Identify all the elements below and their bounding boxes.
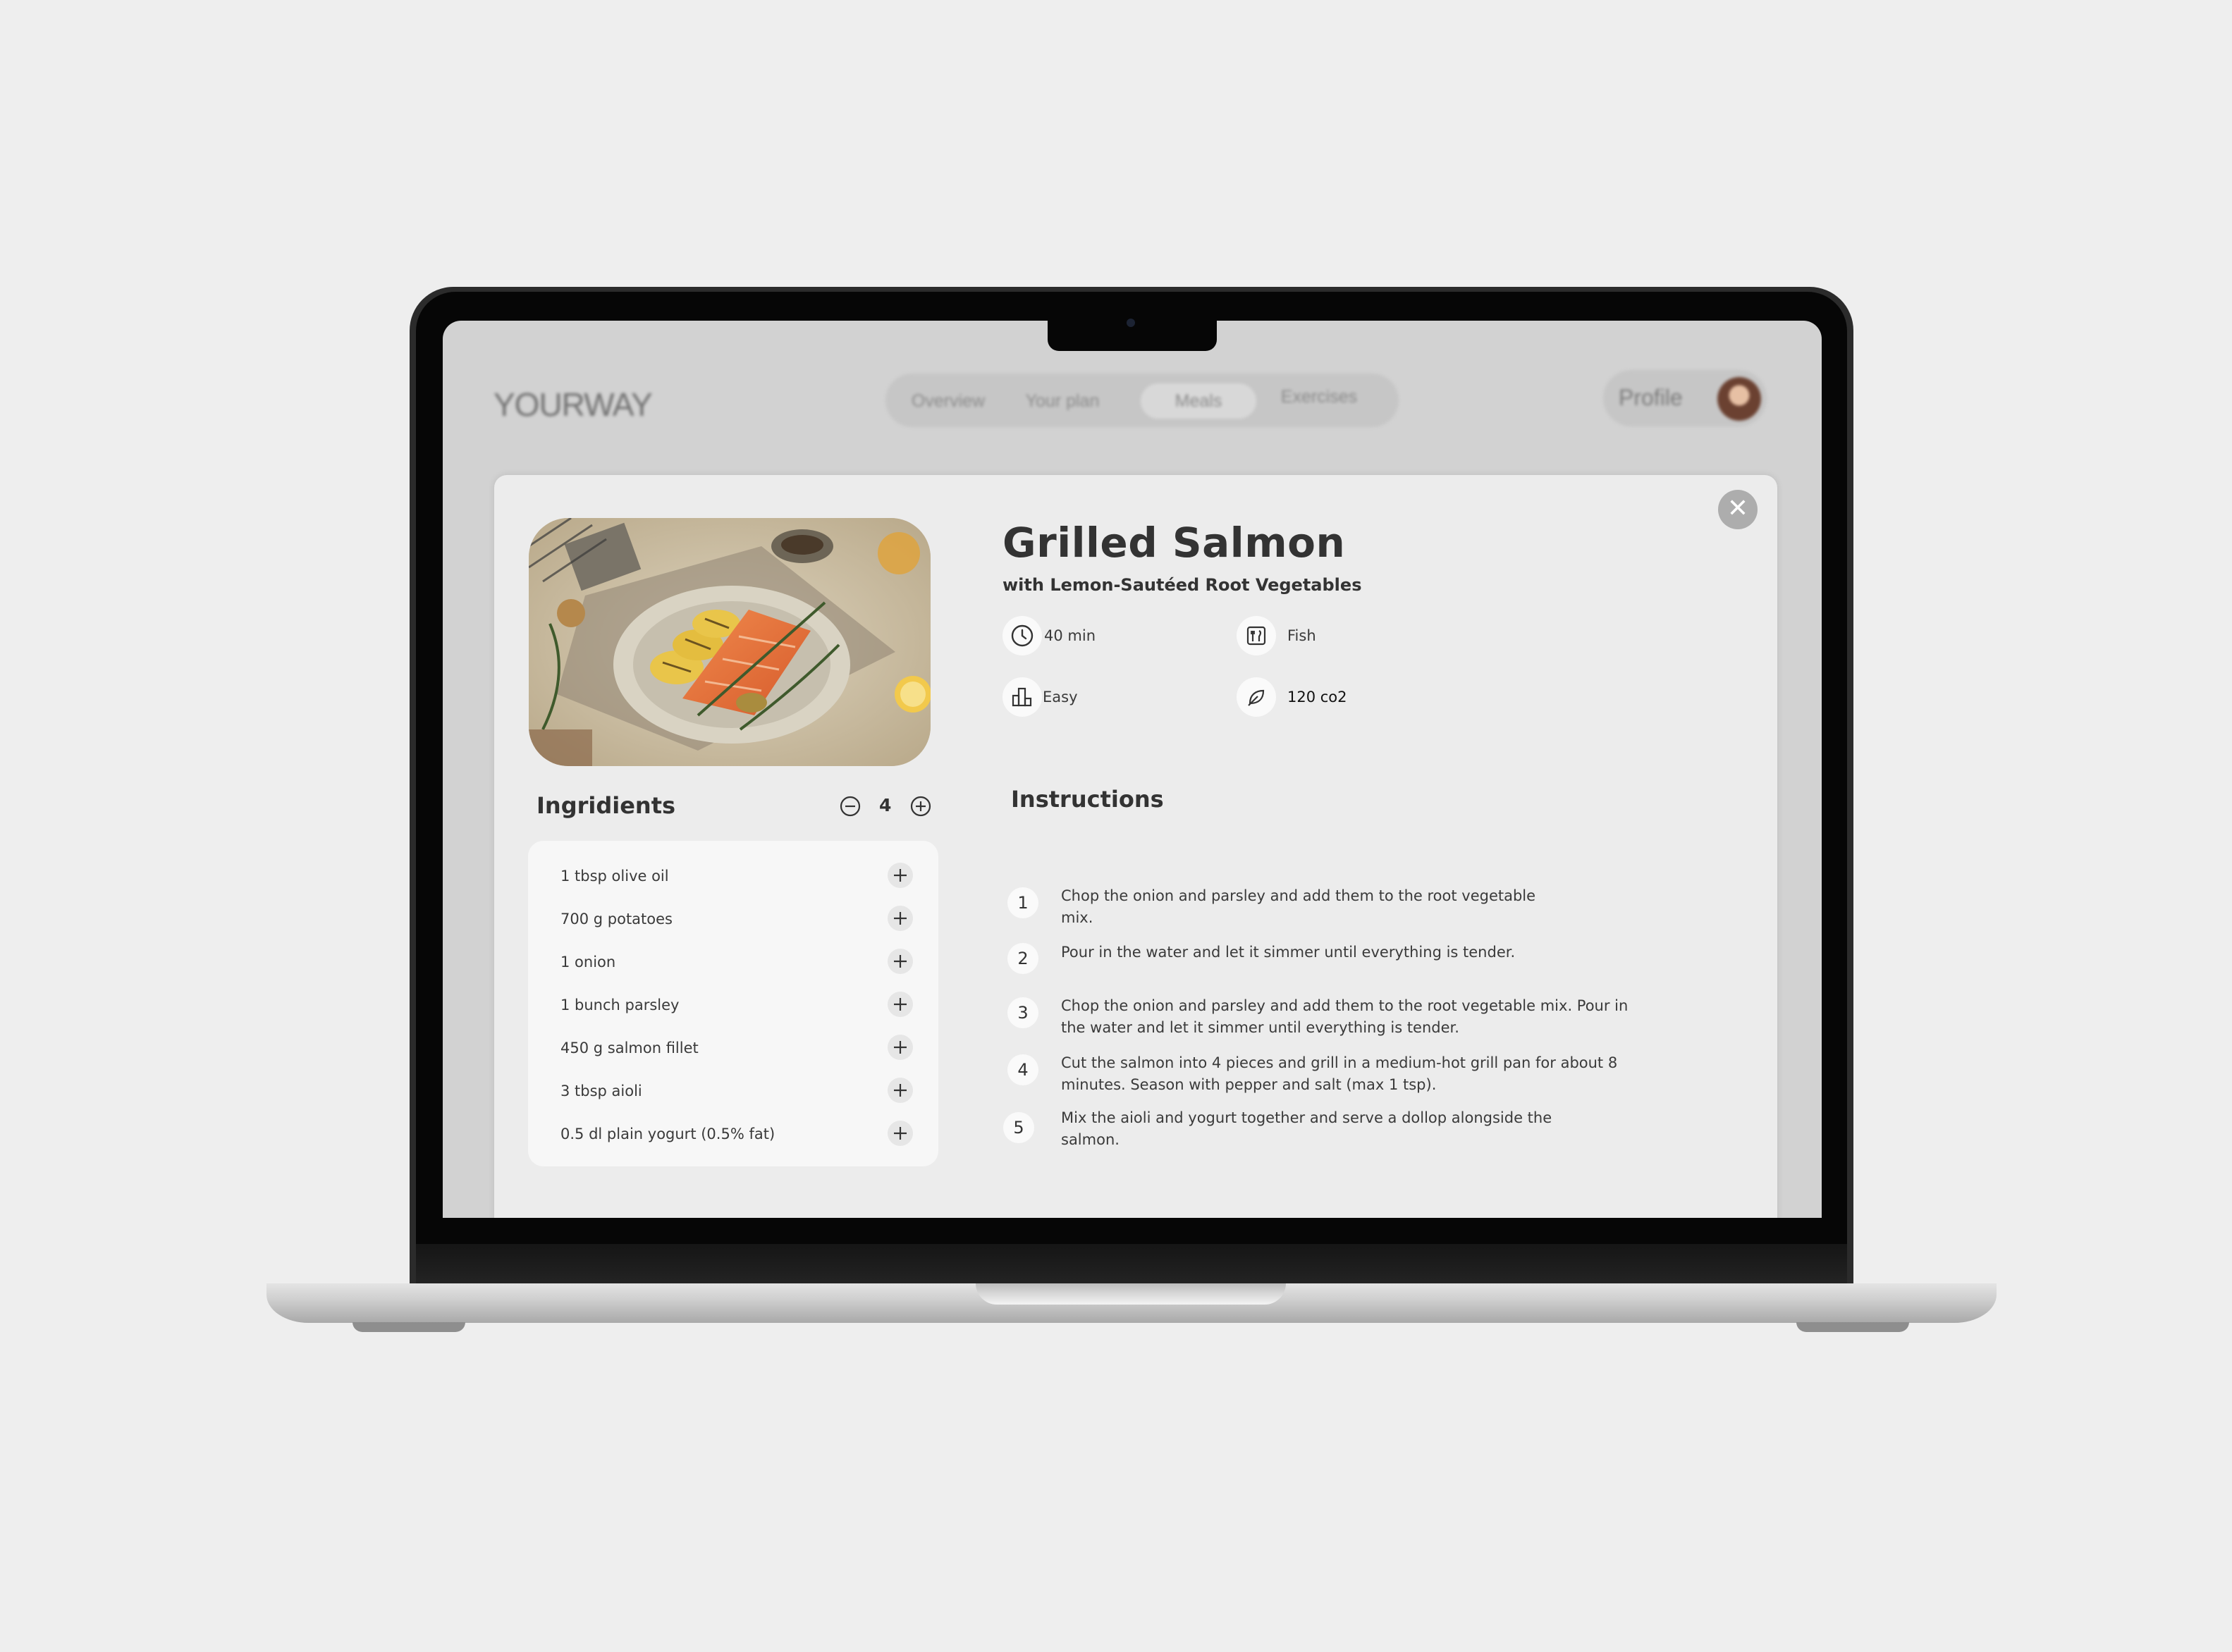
step-text-line: Chop the onion and parsley and add them … [1061, 997, 1629, 1014]
step-text-line: Mix the aioli and yogurt together and se… [1061, 1109, 1552, 1126]
step-text: Chop the onion and parsley and add them … [1061, 885, 1535, 929]
add-ingredient-button[interactable] [888, 863, 913, 888]
meta-co2: 120 co2 [1287, 689, 1347, 705]
recipe-subtitle: with Lemon-Sautéed Root Vegetables [1002, 575, 1362, 595]
meta-time: 40 min [1044, 627, 1096, 644]
recipe-title: Grilled Salmon [1002, 519, 1346, 567]
bar-chart-icon [1012, 687, 1032, 707]
app-logo[interactable]: YOURWAY [493, 386, 653, 424]
step-number: 2 [1007, 943, 1038, 974]
camera-lens [1127, 319, 1135, 327]
meta-time-badge [1002, 616, 1042, 655]
leaf-icon [1248, 689, 1265, 706]
plus-icon [894, 955, 907, 968]
plus-icon [894, 998, 907, 1011]
plus-icon [894, 1041, 907, 1054]
meta-category-badge [1237, 616, 1276, 655]
ingredient-row: 1 tbsp olive oil [528, 856, 938, 898]
laptop-hinge [416, 1244, 1847, 1283]
close-button[interactable]: ✕ [1718, 490, 1758, 529]
ingredient-row: 0.5 dl plain yogurt (0.5% fat) [528, 1114, 938, 1156]
ingredient-name: 0.5 dl plain yogurt (0.5% fat) [560, 1126, 775, 1142]
ingredient-name: 450 g salmon fillet [560, 1040, 699, 1056]
add-ingredient-button[interactable] [888, 1121, 913, 1146]
nav-item-overview[interactable]: Overview [895, 383, 1001, 419]
main-nav: Overview Your plan Meals Exercises [885, 374, 1399, 427]
ingredient-name: 700 g potatoes [560, 911, 673, 927]
ingredients-title: Ingridients [536, 792, 676, 819]
plus-icon [894, 912, 907, 925]
step-number: 3 [1007, 997, 1038, 1028]
step-text: Cut the salmon into 4 pieces and grill i… [1061, 1052, 1617, 1096]
add-ingredient-button[interactable] [888, 949, 913, 974]
step-text: Mix the aioli and yogurt together and se… [1061, 1107, 1552, 1151]
meta-difficulty-badge [1002, 677, 1042, 717]
add-ingredient-button[interactable] [888, 906, 913, 931]
recipe-modal: ✕ Grilled Salmon with Lemon-Sautéed Root… [494, 475, 1777, 1218]
ingredient-row: 450 g salmon fillet [528, 1028, 938, 1070]
cutlery-icon [1246, 626, 1266, 646]
close-icon: ✕ [1727, 494, 1749, 523]
step-text-line: mix. [1061, 909, 1093, 926]
clock-icon [1011, 624, 1034, 647]
step-text-line: Chop the onion and parsley and add them … [1061, 887, 1536, 904]
laptop-base-notch [976, 1283, 1286, 1305]
meta-difficulty: Easy [1043, 689, 1078, 705]
step-text: Pour in the water and let it simmer unti… [1061, 942, 1515, 963]
ingredient-name: 1 onion [560, 954, 616, 970]
meta-category: Fish [1287, 627, 1316, 644]
step-text-line: the water and let it simmer until everyt… [1061, 1019, 1459, 1036]
nav-item-exercises[interactable]: Exercises [1266, 379, 1372, 414]
plus-icon [894, 1084, 907, 1097]
ingredient-row: 3 tbsp aioli [528, 1071, 938, 1113]
plus-icon [894, 869, 907, 882]
step-text: Chop the onion and parsley and add them … [1061, 995, 1628, 1039]
step-number: 1 [1007, 887, 1038, 918]
add-ingredient-button[interactable] [888, 1035, 913, 1060]
plus-icon [894, 1127, 907, 1140]
step-text-line: Cut the salmon into 4 pieces and grill i… [1061, 1054, 1618, 1071]
add-ingredient-button[interactable] [888, 1078, 913, 1103]
ingredient-row: 1 bunch parsley [528, 985, 938, 1027]
laptop-foot-right [1796, 1322, 1909, 1332]
ingredient-row: 1 onion [528, 942, 938, 984]
step-text-line: Pour in the water and let it simmer unti… [1061, 944, 1516, 961]
nav-item-meals[interactable]: Meals [1141, 383, 1256, 419]
ingredient-name: 3 tbsp aioli [560, 1083, 642, 1099]
nav-item-your-plan[interactable]: Your plan [1010, 383, 1115, 419]
laptop-screen: YOURWAY Overview Your plan Meals Exercis… [443, 321, 1822, 1218]
servings-count: 4 [879, 795, 892, 815]
laptop-foot-left [352, 1322, 465, 1332]
ingredient-row: 700 g potatoes [528, 899, 938, 941]
recipe-image [529, 518, 931, 766]
minus-circle-icon [840, 796, 861, 817]
meta-co2-badge [1237, 677, 1276, 717]
avatar [1717, 377, 1761, 421]
step-number: 5 [1003, 1112, 1034, 1143]
decrease-servings-button[interactable] [839, 795, 861, 818]
plus-circle-icon [910, 796, 931, 817]
increase-servings-button[interactable] [909, 795, 932, 818]
profile-button[interactable]: Profile [1603, 370, 1767, 426]
step-text-line: salmon. [1061, 1131, 1120, 1148]
add-ingredient-button[interactable] [888, 992, 913, 1017]
profile-label: Profile [1619, 385, 1683, 410]
step-number: 4 [1007, 1054, 1038, 1085]
ingredient-name: 1 tbsp olive oil [560, 868, 669, 884]
step-text-line: minutes. Season with pepper and salt (ma… [1061, 1076, 1437, 1093]
instructions-title: Instructions [1011, 786, 1164, 813]
ingredients-list: 1 tbsp olive oil 700 g potatoes 1 onion … [528, 841, 938, 1166]
ingredient-name: 1 bunch parsley [560, 997, 680, 1013]
salmon-dish-illustration [529, 518, 931, 766]
